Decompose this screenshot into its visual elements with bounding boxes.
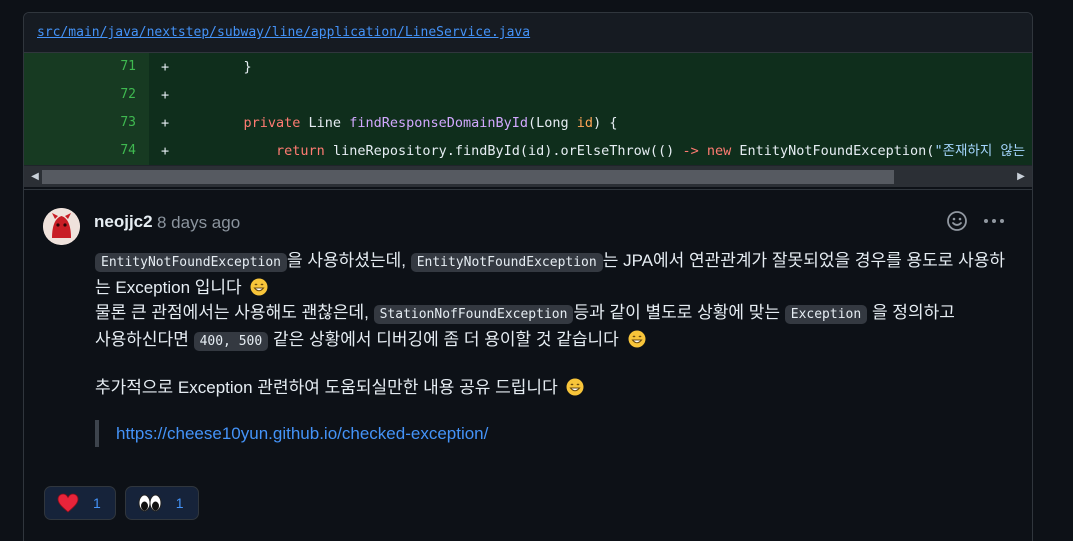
diff-marker: + — [161, 59, 170, 75]
comment-text: 을 사용하셨는데, — [287, 251, 406, 270]
code-line: + } — [149, 53, 252, 81]
grinning-emoji-icon — [628, 330, 646, 348]
grinning-emoji-icon — [566, 378, 584, 396]
inline-code: 400, 500 — [193, 332, 269, 351]
file-path-link[interactable]: src/main/java/nextstep/subway/line/appli… — [37, 25, 530, 40]
blockquote: https://cheese10yun.github.io/checked-ex… — [95, 420, 1010, 447]
reaction-count: 1 — [175, 495, 184, 511]
line-number[interactable]: 71 — [24, 53, 149, 81]
comment-text: 추가적으로 Exception 관련하여 도움되실만한 내용 공유 드립니다 — [95, 378, 558, 397]
add-reaction-button[interactable] — [946, 210, 970, 234]
quote-link[interactable]: https://cheese10yun.github.io/checked-ex… — [116, 424, 488, 443]
diff-line: 71 + } — [24, 53, 1032, 81]
code-content: } — [211, 59, 252, 75]
comment-paragraph: 물론 큰 관점에서는 사용해도 괜찮은데, StationNofFoundExc… — [95, 300, 1010, 327]
eyes-icon — [138, 494, 162, 512]
smiley-icon — [947, 211, 967, 231]
comment-text: 사용하신다면 — [95, 330, 189, 349]
inline-code: EntityNotFoundException — [95, 253, 288, 272]
comment-paragraph: EntityNotFoundException 을 사용하셨는데, EntityN… — [95, 248, 1010, 300]
code-content: return lineRepository.findById(id).orEls… — [276, 143, 1026, 159]
reaction-heart-button[interactable]: 1 — [44, 486, 116, 520]
comment-paragraph: 사용하신다면 400, 500 같은 상황에서 디버깅에 좀 더 용이할 것 같… — [95, 327, 1010, 354]
line-number[interactable]: 72 — [24, 81, 149, 109]
diff-line: 73 + private Line findResponseDomainById… — [24, 109, 1032, 137]
inline-code: EntityNotFoundException — [410, 253, 603, 272]
comment-timestamp[interactable]: 8 days ago — [157, 213, 240, 233]
comment-text: 같은 상황에서 디버깅에 좀 더 용이할 것 같습니다 — [272, 330, 619, 349]
comment-body: EntityNotFoundException 을 사용하셨는데, EntityN… — [95, 248, 1010, 447]
reaction-count: 1 — [93, 495, 101, 511]
scroll-right-icon[interactable]: ▶ — [1012, 166, 1030, 188]
comment-author[interactable]: neojjc2 — [94, 212, 153, 232]
diff-line: 72 + — [24, 81, 1032, 109]
diff-marker: + — [161, 87, 170, 103]
diff-marker: + — [161, 143, 170, 159]
comment-options-button[interactable] — [982, 210, 1008, 234]
inline-code: Exception — [784, 305, 868, 324]
kebab-horizontal-icon — [984, 219, 1004, 223]
code-review-card: src/main/java/nextstep/subway/line/appli… — [23, 12, 1033, 541]
diff-line: 74 + return lineRepository.findById(id).… — [24, 137, 1032, 165]
heart-icon — [57, 493, 79, 513]
inline-code: StationNofFoundException — [373, 305, 574, 324]
review-comment: neojjc2 8 days ago EntityNotFoundExcepti… — [24, 189, 1032, 541]
line-number[interactable]: 74 — [24, 137, 149, 165]
reaction-eyes-button[interactable]: 1 — [124, 486, 199, 520]
code-line: + private Line findResponseDomainById(Lo… — [149, 109, 617, 137]
avatar-image-icon — [43, 208, 80, 245]
comment-text: 등과 같이 별도로 상황에 맞는 — [573, 303, 781, 322]
horizontal-scrollbar[interactable]: ◀ ▶ — [24, 165, 1032, 187]
grinning-emoji-icon — [250, 278, 268, 296]
diff-code-block: 71 + } 72 + 73 + private Line findRespon… — [24, 53, 1032, 165]
avatar[interactable] — [43, 208, 80, 245]
code-line: + return lineRepository.findById(id).orE… — [149, 137, 1025, 165]
reactions-bar: 1 1 — [44, 486, 199, 520]
comment-paragraph: 추가적으로 Exception 관련하여 도움되실만한 내용 공유 드립니다 — [95, 375, 1010, 400]
code-content: private Line findResponseDomainById(Long… — [243, 115, 618, 131]
diff-marker: + — [161, 115, 170, 131]
code-line: + — [149, 81, 211, 109]
file-header: src/main/java/nextstep/subway/line/appli… — [24, 13, 1032, 53]
scrollbar-thumb[interactable] — [42, 170, 894, 184]
comment-text: 물론 큰 관점에서는 사용해도 괜찮은데, — [95, 303, 369, 322]
comment-text: 을 정의하고 — [871, 303, 955, 322]
line-number[interactable]: 73 — [24, 109, 149, 137]
